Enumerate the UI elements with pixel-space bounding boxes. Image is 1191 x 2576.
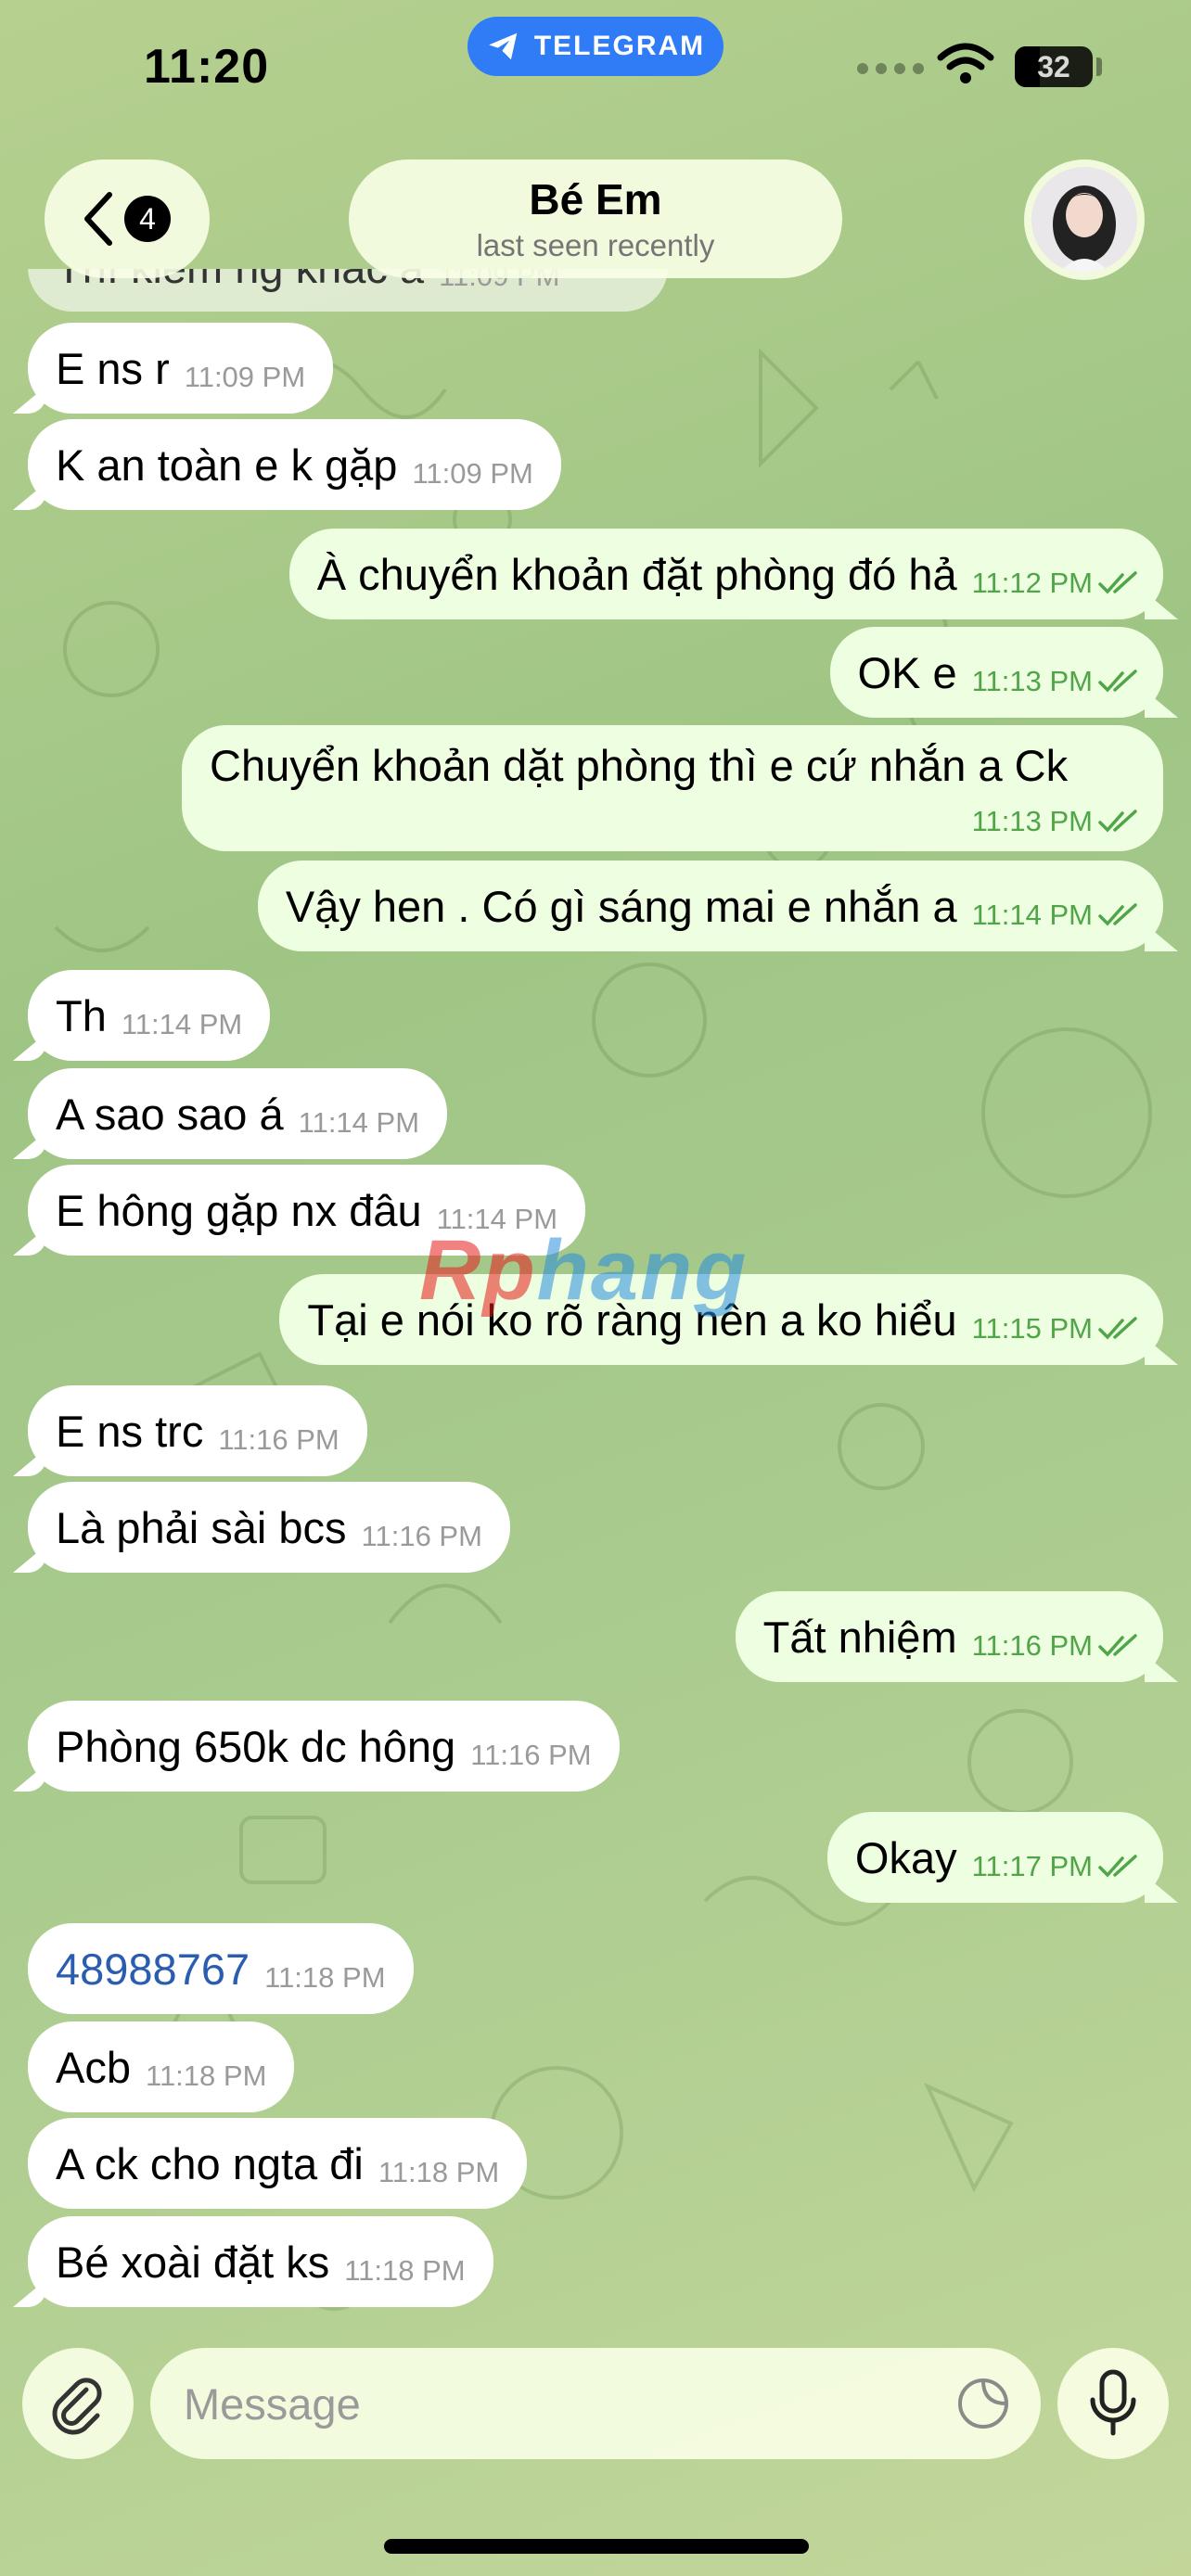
read-receipt-icon [1098,1317,1137,1340]
message-bubble-incoming[interactable]: Th 11:14 PM [28,970,271,1061]
message-text: K an toàn e k gặp [56,440,398,490]
microphone-button[interactable] [1057,2348,1169,2459]
message-time: 11:13 PM [971,805,1093,837]
avatar-photo [1031,167,1137,273]
attach-button[interactable] [22,2348,134,2459]
message-bubble-incoming[interactable]: Acb 11:18 PM [28,2021,295,2112]
watermark-logo: Rphang [419,1223,749,1318]
battery-level: 32 [1037,50,1070,83]
unread-count-badge: 4 [124,196,171,242]
status-time: 11:20 [144,40,270,94]
message-text: E ns trc [56,1406,204,1456]
microphone-icon [1090,2369,1136,2436]
message-text: E hông gặp nx đâu [56,1185,422,1235]
message-text: Chuyển khoản dặt phòng thì e cứ nhắn a C… [210,741,1069,790]
message-time: 11:17 PM [971,1850,1093,1882]
message-bubble-incoming[interactable]: E ns trc 11:16 PM [28,1385,367,1476]
read-receipt-icon [1098,1855,1137,1878]
message-bubble-incoming[interactable]: 48988767 11:18 PM [28,1923,414,2014]
wifi-icon [937,43,994,83]
message-time: 11:16 PM [470,1739,592,1771]
message-bubble-outgoing[interactable]: À chuyển khoản đặt phòng đó hả 11:12 PM [288,529,1163,619]
message-text: E ns r [56,343,170,393]
paperclip-icon [52,2378,102,2435]
back-button[interactable]: 4 [45,159,210,278]
message-time: 11:13 PM [971,665,1093,697]
read-receipt-icon [1098,1634,1137,1657]
message-time: 11:18 PM [146,2060,267,2092]
home-indicator[interactable] [384,2539,809,2554]
message-text: Phòng 650k dc hông [56,1721,456,1771]
cellular-signal-icon [857,63,924,74]
chevron-left-icon [84,192,112,246]
message-time: 11:12 PM [971,567,1093,599]
telegram-icon [488,32,518,60]
status-bar: 11:20 TELEGRAM 32 [0,0,1191,139]
message-bubble-outgoing[interactable]: Okay 11:17 PM [826,1812,1163,1903]
message-text: Là phải sài bcs [56,1502,347,1552]
message-text: OK e [857,647,957,697]
message-time: 11:09 PM [184,361,306,393]
chat-header[interactable]: Bé Em last seen recently [349,159,842,278]
message-bubble-incoming[interactable]: A sao sao á 11:14 PM [28,1068,448,1159]
message-time: 11:16 PM [361,1520,482,1552]
message-bubble-outgoing[interactable]: Tất nhiệm 11:16 PM [735,1591,1163,1682]
message-time: 11:18 PM [378,2156,500,2188]
chat-title: Bé Em [529,175,662,223]
message-text: Tất nhiệm [762,1612,957,1662]
message-text: Vậy hen . Có gì sáng mai e nhắn a [285,881,957,931]
message-bubble-outgoing[interactable]: OK e 11:13 PM [829,627,1163,718]
message-time: 11:14 PM [121,1008,243,1040]
battery-icon: 32 [1015,46,1093,87]
message-bubble-incoming[interactable]: Bé xoài đặt ks 11:18 PM [28,2216,493,2307]
message-time: 11:16 PM [218,1423,339,1456]
message-time: 11:14 PM [971,899,1093,931]
message-time: 11:09 PM [412,457,533,490]
message-time: 11:14 PM [298,1106,420,1139]
chat-subtitle: last seen recently [476,228,715,262]
message-text: A sao sao á [56,1089,284,1139]
read-receipt-icon [1098,571,1137,594]
message-text: Okay [854,1832,957,1882]
message-bubble-outgoing[interactable]: Chuyển khoản dặt phòng thì e cứ nhắn a C… [182,725,1163,851]
telegram-indicator-pill[interactable]: TELEGRAM [467,17,724,76]
message-text: Acb [56,2042,131,2092]
read-receipt-icon [1098,670,1137,693]
message-bubble-incoming[interactable]: Là phải sài bcs 11:16 PM [28,1482,510,1573]
message-time: 11:18 PM [344,2254,466,2287]
avatar[interactable] [1024,159,1145,280]
message-time: 11:15 PM [971,1312,1093,1345]
message-bubble-incoming[interactable]: E ns r 11:09 PM [28,323,334,414]
message-bubble-outgoing[interactable]: Vậy hen . Có gì sáng mai e nhắn a 11:14 … [257,861,1163,951]
message-text: Th [56,990,107,1040]
read-receipt-icon [1098,903,1137,926]
message-time: 11:18 PM [264,1961,386,1994]
message-input[interactable] [184,2370,944,2437]
phone-number-link[interactable]: 48988767 [56,1944,250,1995]
message-time: 11:16 PM [971,1629,1093,1662]
telegram-indicator-label: TELEGRAM [533,31,706,61]
message-bubble-incoming[interactable]: Phòng 650k dc hông 11:16 PM [28,1701,620,1792]
message-bubble-incoming[interactable]: K an toàn e k gặp 11:09 PM [28,419,561,510]
battery-tip [1096,57,1102,76]
message-composer [150,2348,1041,2459]
read-receipt-icon [1098,810,1137,833]
message-bubble-incoming[interactable]: A ck cho ngta đi 11:18 PM [28,2118,528,2209]
sticker-icon[interactable] [955,2376,1011,2431]
message-text: A ck cho ngta đi [56,2138,364,2188]
message-text: Bé xoài đặt ks [56,2237,330,2287]
message-text: À chuyển khoản đặt phòng đó hả [316,549,957,599]
